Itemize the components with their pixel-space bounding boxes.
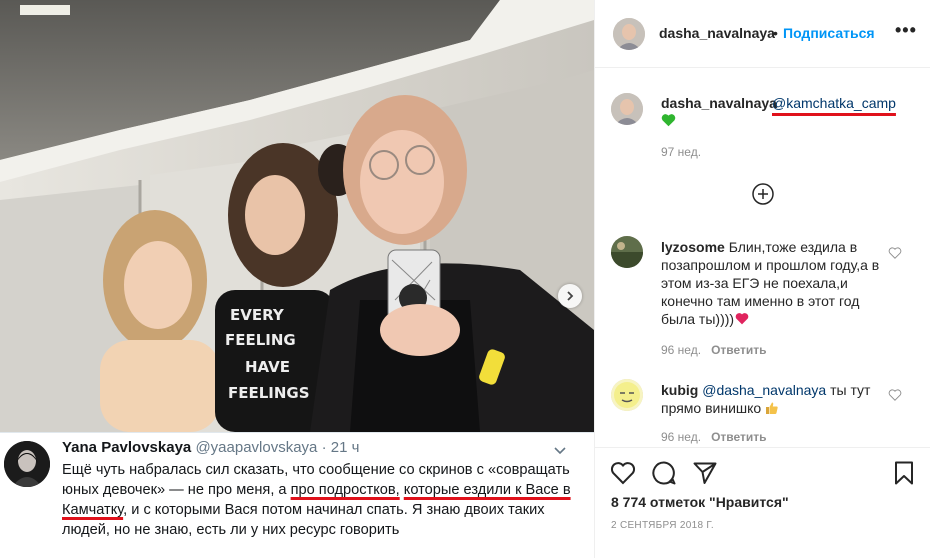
caption-age: 97 нед. (661, 145, 702, 159)
caption-username[interactable]: dasha_navalnaya (661, 95, 777, 111)
next-photo-button[interactable] (558, 284, 582, 308)
comment-like-heart-icon[interactable] (888, 246, 902, 260)
comment-meta: 96 нед. Ответить (661, 430, 767, 444)
shirt-line-4: FEELINGS (228, 384, 310, 402)
tweet-avatar[interactable] (4, 441, 50, 487)
comment-avatar[interactable] (611, 236, 643, 268)
tweet-author-name[interactable]: Yana Pavlovskaya (62, 439, 191, 456)
caption-mention[interactable]: @kamchatka_camp (772, 95, 896, 111)
comment-text: lyzosome Блин,тоже ездила в позапрошлом … (661, 238, 889, 328)
post-date[interactable]: 2 СЕНТЯБРЯ 2018 Г. (611, 520, 714, 531)
header-separator: • (773, 25, 778, 41)
comment-mention[interactable]: @dasha_navalnaya (702, 382, 826, 398)
post-author-username[interactable]: dasha_navalnaya (659, 25, 775, 41)
mirror-selfie-illustration: EVERY FEELING HAVE FEELINGS (0, 0, 594, 432)
comment-text: kubig @dasha_navalnaya ты тут прямо вини… (661, 381, 889, 419)
comment-age: 96 нед. (661, 430, 702, 444)
tweet-time[interactable]: 21 ч (331, 439, 360, 456)
tweet-text: Ещё чуть набралась сил сказать, что сооб… (62, 460, 582, 540)
tweet-header: Yana Pavlovskaya @yaapavlovskaya · 21 ч (62, 439, 359, 456)
post-photo: EVERY FEELING HAVE FEELINGS (0, 0, 594, 432)
thumbs-up-icon (765, 401, 779, 419)
comment-bubble-icon[interactable] (651, 460, 677, 486)
comment-age: 96 нед. (661, 343, 702, 357)
chevron-right-icon (567, 291, 574, 301)
author-avatar[interactable] (613, 18, 645, 50)
comment-username[interactable]: kubig (661, 382, 698, 398)
red-heart-icon (735, 313, 749, 325)
shirt-line-3: HAVE (245, 358, 290, 376)
tweet-separator: · (321, 439, 327, 456)
instagram-post-panel: dasha_navalnaya • Подписаться ••• dasha_… (594, 0, 930, 558)
post-actions: 8 774 отметок "Нравится" 2 СЕНТЯБРЯ 2018… (595, 447, 930, 558)
like-heart-icon[interactable] (610, 460, 636, 486)
comment-meta: 96 нед. Ответить (661, 343, 767, 357)
comment-username[interactable]: lyzosome (661, 239, 725, 255)
reply-button[interactable]: Ответить (711, 343, 766, 357)
caption-avatar[interactable] (611, 93, 643, 125)
bookmark-icon[interactable] (891, 460, 917, 486)
tweet-author-handle[interactable]: @yaapavlovskaya (195, 439, 317, 456)
shirt-line-1: EVERY (230, 306, 285, 324)
follow-button[interactable]: Подписаться (783, 25, 875, 41)
shirt-line-2: FEELING (225, 331, 296, 349)
tweet-text-part2: , и с которыми Вася потом начинал спать.… (62, 502, 545, 538)
likes-count[interactable]: 8 774 отметок "Нравится" (611, 494, 789, 510)
green-heart-icon (661, 114, 676, 127)
screenshot-collage: EVERY FEELING HAVE FEELINGS Yana Pavlovs… (0, 0, 930, 558)
load-more-comments-icon[interactable] (751, 182, 775, 206)
reply-button[interactable]: Ответить (711, 430, 766, 444)
tweet-card: Yana Pavlovskaya @yaapavlovskaya · 21 ч … (0, 432, 594, 558)
comment-avatar[interactable] (611, 379, 643, 411)
share-send-icon[interactable] (692, 460, 718, 486)
more-options-button[interactable]: ••• (895, 20, 917, 41)
tweet-text-underlined1: про подростков, (290, 482, 400, 498)
comment-like-heart-icon[interactable] (888, 388, 902, 402)
chevron-down-icon[interactable] (553, 443, 567, 457)
post-header: dasha_navalnaya • Подписаться ••• (595, 0, 930, 68)
